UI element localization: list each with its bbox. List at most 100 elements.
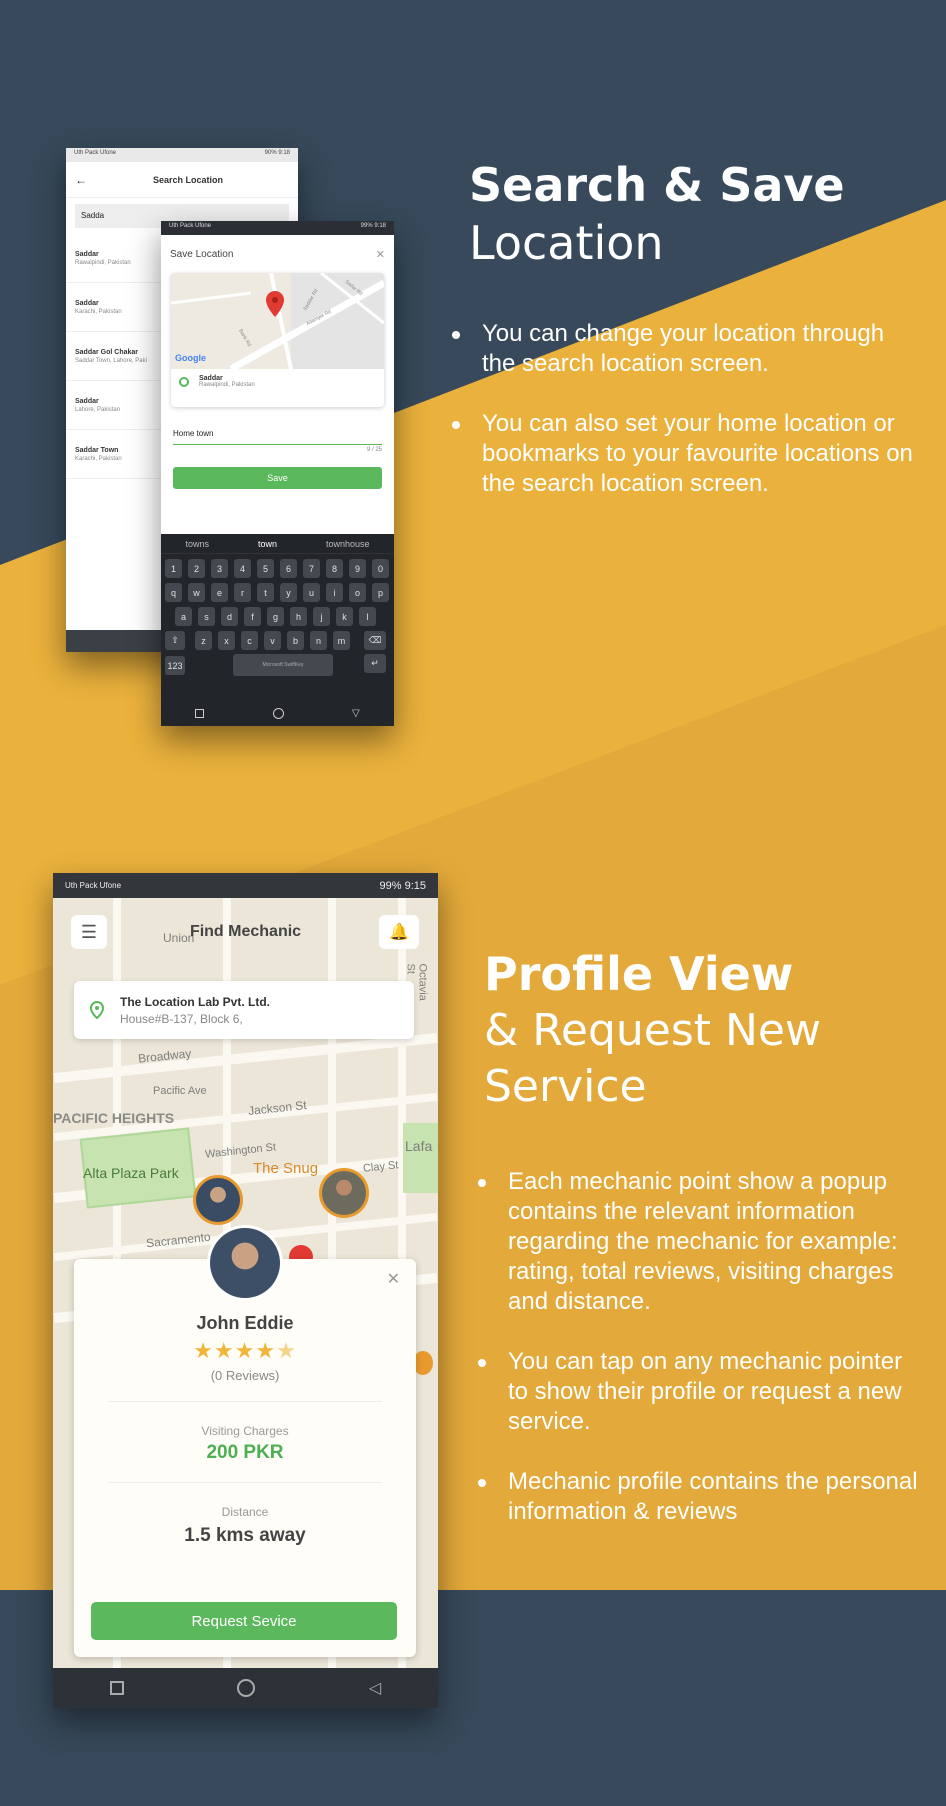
key-a[interactable]: a — [175, 607, 192, 626]
bullet-item: You can also set your home location or b… — [448, 409, 918, 499]
key-n[interactable]: n — [310, 631, 327, 650]
char-counter: 9 / 25 — [366, 447, 382, 453]
map-label: Alta Plaza Park — [83, 1165, 179, 1181]
key-numbers[interactable]: 123 — [165, 656, 185, 675]
mechanic-pin[interactable] — [193, 1175, 243, 1225]
mechanic-name: John Eddie — [196, 1313, 294, 1333]
section1-title-light: Location — [469, 216, 664, 270]
key-m[interactable]: m — [333, 631, 350, 650]
save-button[interactable]: Save — [173, 467, 382, 489]
key-x[interactable]: x — [218, 631, 235, 650]
distance-label: Distance — [221, 1505, 269, 1519]
notifications-button[interactable]: 🔔 — [379, 915, 419, 949]
key-p[interactable]: p — [372, 583, 389, 602]
key-9[interactable]: 9 — [349, 559, 366, 578]
key-u[interactable]: u — [303, 583, 320, 602]
key-v[interactable]: v — [264, 631, 281, 650]
location-info: Saddar Rawalpindi, Pakistan — [171, 369, 384, 394]
key-1[interactable]: 1 — [165, 559, 182, 578]
section1-bullets: You can change your location through the… — [448, 319, 918, 529]
map-pin-icon — [266, 291, 284, 317]
suggestion[interactable]: town — [258, 539, 277, 549]
reviews-count: (0 Reviews) — [210, 1368, 280, 1383]
section2-title: Profile View & Request New Service — [484, 945, 821, 1115]
map-label: Lafa — [405, 1138, 433, 1154]
enter-key[interactable]: ↵ — [364, 654, 386, 673]
back-icon[interactable]: ◁ — [369, 1678, 381, 1698]
distance-value: 1.5 kms away — [184, 1525, 306, 1546]
mechanic-avatar — [322, 1171, 366, 1215]
key-o[interactable]: o — [349, 583, 366, 602]
key-h[interactable]: h — [290, 607, 307, 626]
key-2[interactable]: 2 — [188, 559, 205, 578]
key-z[interactable]: z — [195, 631, 212, 650]
keyboard: towns town townhouse 1234567890qwertyuio… — [161, 534, 394, 726]
key-e[interactable]: e — [211, 583, 228, 602]
map-label: Pacific Ave — [153, 1085, 207, 1097]
key-y[interactable]: y — [280, 583, 297, 602]
key-f[interactable]: f — [244, 607, 261, 626]
status-bar: Uth Pack Ufone 90% 9:18 — [66, 148, 298, 162]
status-bar: Uth Pack Ufone 99% 9:15 — [53, 873, 438, 898]
request-service-button[interactable]: Request Sevice — [91, 1602, 397, 1640]
recent-apps-icon[interactable] — [109, 1681, 124, 1695]
recent-apps-icon[interactable] — [195, 708, 205, 718]
back-arrow-icon[interactable]: ← — [75, 173, 87, 187]
key-l[interactable]: l — [359, 607, 376, 626]
location-name: Saddar — [199, 375, 223, 382]
close-icon[interactable]: ✕ — [376, 248, 385, 261]
mechanic-popup: ✕ John Eddie ★★★★★ (0 Reviews) Visiting … — [74, 1259, 416, 1657]
map-label: Clay St — [362, 1159, 399, 1175]
key-t[interactable]: t — [257, 583, 274, 602]
section2-title-bold: Profile View — [484, 947, 794, 1001]
key-5[interactable]: 5 — [257, 559, 274, 578]
suggestion[interactable]: townhouse — [326, 539, 370, 549]
key-3[interactable]: 3 — [211, 559, 228, 578]
mechanic-pin[interactable] — [319, 1168, 369, 1218]
section1-title-bold: Search & Save — [469, 158, 845, 212]
shift-key[interactable]: ⇧ — [165, 631, 185, 650]
suggestion[interactable]: towns — [185, 539, 209, 549]
map-road — [53, 1032, 438, 1084]
section2-title-light: & Request New — [484, 1005, 821, 1056]
search-header: ← Search Location — [66, 162, 298, 198]
home-icon[interactable] — [237, 1679, 256, 1697]
close-icon[interactable]: ✕ — [387, 1269, 400, 1289]
backspace-key[interactable]: ⌫ — [364, 631, 386, 650]
location-card: Adamjee Rd Bank Rd Sadar Rd Saddar Rd Go… — [171, 273, 384, 407]
key-0[interactable]: 0 — [372, 559, 389, 578]
suggestion-strip: towns town townhouse — [161, 534, 394, 554]
key-4[interactable]: 4 — [234, 559, 251, 578]
map-label: The Snug — [253, 1160, 319, 1177]
mini-map[interactable]: Adamjee Rd Bank Rd Sadar Rd Saddar Rd Go… — [171, 273, 384, 369]
nav-bar: ◁ — [53, 1668, 438, 1708]
key-7[interactable]: 7 — [303, 559, 320, 578]
key-w[interactable]: w — [188, 583, 205, 602]
key-g[interactable]: g — [267, 607, 284, 626]
key-d[interactable]: d — [221, 607, 238, 626]
bullet-item: You can tap on any mechanic pointer to s… — [474, 1347, 924, 1437]
map-label: Washington St — [204, 1141, 277, 1161]
header-title: Search Location — [152, 174, 224, 185]
restaurant-pin-icon — [413, 1351, 433, 1375]
popup-avatar — [207, 1225, 283, 1301]
find-mechanic-phone: Uth Pack Ufone 99% 9:15 Union Broadway Pa… — [53, 873, 438, 1708]
key-j[interactable]: j — [313, 607, 330, 626]
key-b[interactable]: b — [287, 631, 304, 650]
key-q[interactable]: q — [165, 583, 182, 602]
key-6[interactable]: 6 — [280, 559, 297, 578]
key-k[interactable]: k — [336, 607, 353, 626]
status-bar: Uth Pack Ufone 99% 9:18 — [161, 221, 394, 235]
key-8[interactable]: 8 — [326, 559, 343, 578]
rating-stars: ★★★★★ — [193, 1338, 297, 1363]
location-name-input[interactable]: Home town — [173, 429, 382, 445]
space-key[interactable]: Microsoft SwiftKey — [233, 654, 333, 676]
back-icon[interactable]: ▽ — [352, 708, 360, 719]
home-icon[interactable] — [272, 707, 284, 719]
key-i[interactable]: i — [326, 583, 343, 602]
key-c[interactable]: c — [241, 631, 258, 650]
key-s[interactable]: s — [198, 607, 215, 626]
address-card[interactable]: The Location Lab Pvt. Ltd. House#B-137, … — [74, 981, 414, 1039]
key-r[interactable]: r — [234, 583, 251, 602]
avatar — [210, 1228, 280, 1298]
